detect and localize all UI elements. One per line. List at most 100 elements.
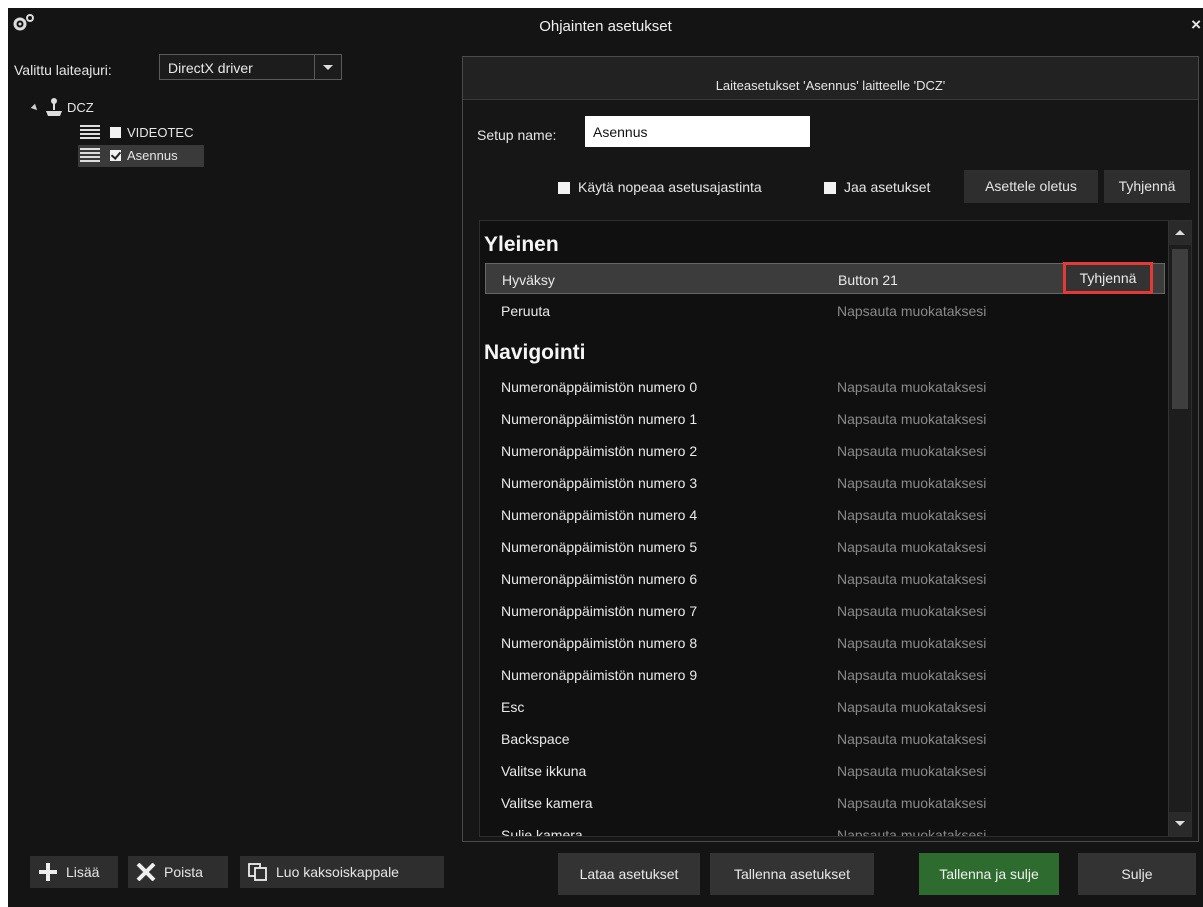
driver-select-value: DirectX driver xyxy=(168,60,253,76)
clear-all-button[interactable]: Tyhjennä xyxy=(1104,170,1190,203)
chevron-down-icon[interactable] xyxy=(314,55,341,79)
save-and-close-button[interactable]: Tallenna ja sulje xyxy=(919,853,1059,895)
remove-button-label: Poista xyxy=(164,864,203,880)
row-value[interactable]: Napsauta muokataksesi xyxy=(837,443,986,459)
driver-select[interactable]: DirectX driver xyxy=(159,54,342,80)
panel-header-text: Laiteasetukset 'Asennus' laitteelle 'DCZ… xyxy=(715,78,946,93)
quick-timer-checkbox[interactable] xyxy=(558,182,570,194)
row-name: Numeronäppäimistön numero 0 xyxy=(501,379,698,395)
table-row[interactable]: Numeronäppäimistön numero 5 Napsauta muo… xyxy=(485,531,1165,562)
joystick-icon xyxy=(46,98,62,116)
vertical-scrollbar[interactable] xyxy=(1168,221,1191,836)
row-name: Backspace xyxy=(501,731,570,747)
plus-icon xyxy=(39,863,57,881)
scroll-thumb[interactable] xyxy=(1172,249,1188,409)
row-value[interactable]: Napsauta muokataksesi xyxy=(837,303,986,319)
title-bar: Ohjainten asetukset × xyxy=(8,8,1203,46)
table-row[interactable]: Numeronäppäimistön numero 8 Napsauta muo… xyxy=(485,627,1165,658)
driver-label: Valittu laiteajuri: xyxy=(14,62,112,78)
table-row[interactable]: Numeronäppäimistön numero 0 Napsauta muo… xyxy=(485,371,1165,402)
tree-item-asennus[interactable]: Asennus xyxy=(78,145,204,167)
row-value[interactable]: Napsauta muokataksesi xyxy=(837,379,986,395)
table-row[interactable]: Peruuta Napsauta muokataksesi xyxy=(485,295,1165,326)
copy-icon xyxy=(248,863,267,881)
row-name: Numeronäppäimistön numero 1 xyxy=(501,411,698,427)
close-icon[interactable]: × xyxy=(1191,16,1201,33)
setup-name-label: Setup name: xyxy=(477,127,557,143)
row-name: Numeronäppäimistön numero 8 xyxy=(501,635,698,651)
row-name: Numeronäppäimistön numero 9 xyxy=(501,667,698,683)
row-value[interactable]: Napsauta muokataksesi xyxy=(837,571,986,587)
tree-expand-icon[interactable] xyxy=(30,103,40,113)
mapping-list: Yleinen Hyväksy Button 21 Tyhjennä Peruu… xyxy=(479,220,1192,837)
close-button[interactable]: Sulje xyxy=(1078,853,1196,895)
row-name: Numeronäppäimistön numero 4 xyxy=(501,507,698,523)
x-icon xyxy=(136,863,156,881)
row-name: Valitse ikkuna xyxy=(501,763,587,779)
settings-window: Ohjainten asetukset × Valittu laiteajuri… xyxy=(8,8,1203,907)
table-row[interactable]: Numeronäppäimistön numero 1 Napsauta muo… xyxy=(485,403,1165,434)
table-row[interactable]: Numeronäppäimistön numero 7 Napsauta muo… xyxy=(485,595,1165,626)
row-name: Numeronäppäimistön numero 5 xyxy=(501,539,698,555)
duplicate-button[interactable]: Luo kaksoiskappale xyxy=(240,856,444,888)
share-settings-checkbox[interactable] xyxy=(824,182,836,194)
table-row[interactable]: Sulje kamera Napsauta muokataksesi xyxy=(485,819,1165,837)
add-button-label: Lisää xyxy=(66,864,100,880)
row-value[interactable]: Napsauta muokataksesi xyxy=(837,795,986,811)
row-value: Button 21 xyxy=(838,272,898,288)
row-value[interactable]: Napsauta muokataksesi xyxy=(837,475,986,491)
clear-button[interactable]: Tyhjennä xyxy=(1063,262,1153,294)
table-row[interactable]: Backspace Napsauta muokataksesi xyxy=(485,723,1165,754)
duplicate-button-label: Luo kaksoiskappale xyxy=(276,864,399,880)
row-name: Peruuta xyxy=(501,303,551,319)
add-button[interactable]: Lisää xyxy=(30,856,118,888)
table-row[interactable]: Valitse kamera Napsauta muokataksesi xyxy=(485,787,1165,818)
save-settings-button[interactable]: Tallenna asetukset xyxy=(710,853,874,895)
section-title-navigation: Navigointi xyxy=(484,341,586,364)
panel-header: Laiteasetukset 'Asennus' laitteelle 'DCZ… xyxy=(463,57,1198,100)
set-default-button[interactable]: Asettele oletus xyxy=(964,170,1098,203)
table-row[interactable]: Numeronäppäimistön numero 2 Napsauta muo… xyxy=(485,435,1165,466)
row-value[interactable]: Napsauta muokataksesi xyxy=(837,539,986,555)
tree-item-label: VIDEOTEC xyxy=(127,125,194,140)
window-title: Ohjainten asetukset xyxy=(539,18,672,35)
row-value[interactable]: Napsauta muokataksesi xyxy=(837,411,986,427)
tree-item-checkbox[interactable] xyxy=(110,127,121,138)
row-value[interactable]: Napsauta muokataksesi xyxy=(837,603,986,619)
row-value[interactable]: Napsauta muokataksesi xyxy=(837,635,986,651)
table-row[interactable]: Numeronäppäimistön numero 9 Napsauta muo… xyxy=(485,659,1165,690)
row-name: Sulje kamera xyxy=(501,827,583,837)
row-name: Esc xyxy=(501,699,525,715)
row-name: Numeronäppäimistön numero 6 xyxy=(501,571,698,587)
setup-name-input[interactable] xyxy=(585,116,810,147)
scroll-down-icon[interactable] xyxy=(1169,812,1191,836)
row-value[interactable]: Napsauta muokataksesi xyxy=(837,827,986,836)
tree-root-dcz[interactable]: DCZ xyxy=(67,100,94,115)
list-icon xyxy=(80,125,100,139)
row-value[interactable]: Napsauta muokataksesi xyxy=(837,507,986,523)
quick-timer-label: Käytä nopeaa asetusajastinta xyxy=(578,179,762,195)
table-row[interactable]: Esc Napsauta muokataksesi xyxy=(485,691,1165,722)
table-row[interactable]: Numeronäppäimistön numero 4 Napsauta muo… xyxy=(485,499,1165,530)
table-row[interactable]: Valitse ikkuna Napsauta muokataksesi xyxy=(485,755,1165,786)
remove-button[interactable]: Poista xyxy=(128,856,228,888)
table-row[interactable]: Numeronäppäimistön numero 6 Napsauta muo… xyxy=(485,563,1165,594)
table-row[interactable]: Hyväksy Button 21 Tyhjennä xyxy=(485,262,1165,294)
row-name: Numeronäppäimistön numero 3 xyxy=(501,475,698,491)
row-value[interactable]: Napsauta muokataksesi xyxy=(837,699,986,715)
row-name: Valitse kamera xyxy=(501,795,593,811)
row-name: Numeronäppäimistön numero 7 xyxy=(501,603,698,619)
row-name: Hyväksy xyxy=(502,272,555,288)
table-row[interactable]: Numeronäppäimistön numero 3 Napsauta muo… xyxy=(485,467,1165,498)
tree-item-checkbox[interactable] xyxy=(110,150,121,161)
row-value[interactable]: Napsauta muokataksesi xyxy=(837,731,986,747)
tree-item-videotec[interactable]: VIDEOTEC xyxy=(78,122,218,144)
section-title-general: Yleinen xyxy=(484,233,559,256)
tree-item-label: Asennus xyxy=(127,148,178,163)
row-value[interactable]: Napsauta muokataksesi xyxy=(837,763,986,779)
row-value[interactable]: Napsauta muokataksesi xyxy=(837,667,986,683)
share-settings-label: Jaa asetukset xyxy=(844,179,931,195)
row-name: Numeronäppäimistön numero 2 xyxy=(501,443,698,459)
load-settings-button[interactable]: Lataa asetukset xyxy=(558,853,700,895)
scroll-up-icon[interactable] xyxy=(1169,221,1191,245)
